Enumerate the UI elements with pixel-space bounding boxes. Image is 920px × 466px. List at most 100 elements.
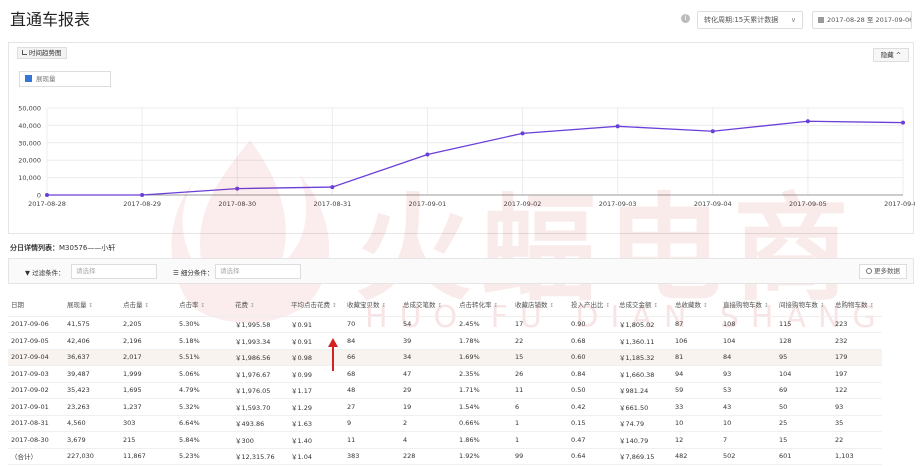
sort-icon[interactable]: ↕ — [89, 303, 94, 309]
data-point[interactable] — [45, 193, 49, 197]
table-row[interactable]: 2017-08-31 4,560 303 6.64% ￥493.86 ￥1.63 9 2 0.6… — [8, 415, 882, 432]
table-row[interactable]: 2017-09-04 36,637 2,017 5.51% ￥1,986.56 ￥0.98… — [8, 349, 882, 366]
sort-icon[interactable]: ↕ — [201, 303, 206, 309]
collapse-button[interactable]: 隐藏 ^ — [873, 48, 909, 62]
table-row[interactable]: 2017-09-01 23,263 1,237 5.32% ￥1,593.70 ￥1.29… — [8, 398, 882, 416]
x-tick-label: 2017-08-28 — [28, 200, 66, 208]
table-cell: 3,679 — [64, 431, 120, 449]
column-header[interactable]: 投入产出比 ↕ — [568, 292, 616, 317]
sort-icon[interactable]: ↕ — [550, 303, 555, 309]
data-point[interactable] — [901, 120, 905, 125]
data-point[interactable] — [425, 152, 430, 157]
table-cell: 2017-09-05 — [8, 332, 64, 350]
sort-icon[interactable]: ↕ — [145, 303, 150, 309]
table-row[interactable]: 2017-09-02 35,423 1,695 4.79% ￥1,976.05 ￥1.17… — [8, 382, 882, 399]
sort-icon[interactable]: ↕ — [332, 303, 337, 309]
table-cell: ￥140.79 — [616, 431, 672, 449]
sort-icon[interactable]: ↕ — [764, 303, 769, 309]
data-point[interactable] — [140, 193, 145, 197]
more-data-button[interactable]: 更多数据 — [859, 264, 907, 279]
sort-icon[interactable]: ↕ — [654, 303, 659, 309]
table-row[interactable]: 2017-09-03 39,487 1,999 5.06% ￥1,976.67 ￥0.99… — [8, 365, 882, 383]
column-header[interactable]: 花费 ↕ — [232, 292, 288, 317]
column-header[interactable]: 日期 — [8, 292, 64, 317]
table-cell: 104 — [720, 332, 776, 350]
table-cell: 53 — [720, 382, 776, 399]
table-cell: 12 — [672, 431, 720, 449]
info-icon[interactable]: i — [681, 14, 690, 23]
table-cell: 1 — [512, 431, 568, 449]
table-cell: 36,637 — [64, 349, 120, 366]
column-header[interactable]: 总成交金额 ↕ — [616, 292, 672, 317]
table-row[interactable]: 2017-08-30 3,679 215 5.84% ￥300 ￥1.40 11 4 1.86%… — [8, 431, 882, 449]
sort-icon[interactable]: ↕ — [820, 303, 825, 309]
table-cell: 5.30% — [176, 316, 232, 333]
table-cell: 0.15 — [568, 415, 616, 432]
segment-label: ☰ 细分条件： — [173, 269, 214, 277]
data-point[interactable] — [805, 119, 810, 124]
table-cell: 6.64% — [176, 415, 232, 432]
filter-select[interactable]: 请选择 — [71, 264, 157, 279]
table-cell: 22 — [512, 332, 568, 350]
gear-icon — [866, 268, 872, 274]
metric-chip-impressions[interactable]: 展现量 — [19, 71, 111, 87]
column-header[interactable]: 点击量 ↕ — [120, 292, 176, 317]
data-point[interactable] — [710, 129, 715, 134]
column-header[interactable]: 收藏宝贝数 ↕ — [344, 292, 400, 317]
data-point[interactable] — [235, 186, 240, 191]
table-cell: 2017-08-31 — [8, 415, 64, 432]
column-header[interactable]: 收藏店铺数 ↕ — [512, 292, 568, 317]
column-header[interactable]: 总成交笔数 ↕ — [400, 292, 456, 317]
table-cell: 39 — [400, 332, 456, 350]
table-cell: 2,196 — [120, 332, 176, 350]
column-header[interactable]: 点击率 ↕ — [176, 292, 232, 317]
sort-icon[interactable]: ↕ — [250, 303, 255, 309]
sort-icon[interactable]: ↕ — [606, 303, 611, 309]
table-cell: 115 — [776, 316, 832, 333]
y-tick-label: 0 — [37, 192, 41, 200]
data-point[interactable] — [330, 185, 335, 190]
data-point[interactable] — [520, 131, 525, 136]
column-header[interactable]: 点击转化率 ↕ — [456, 292, 512, 317]
sort-icon[interactable]: ↕ — [703, 303, 708, 309]
calendar-icon — [818, 17, 824, 23]
table-cell: 2017-09-03 — [8, 365, 64, 383]
table-cell: 2.45% — [456, 316, 512, 333]
table-cell: 84 — [720, 349, 776, 366]
column-header[interactable]: 间接购物车数 ↕ — [776, 292, 832, 317]
daily-list-title: 分日详情列表：M30576——小轩 — [10, 243, 115, 253]
data-point[interactable] — [615, 124, 620, 129]
sort-icon[interactable]: ↕ — [438, 303, 443, 309]
table-cell: 70 — [344, 316, 400, 333]
column-header[interactable]: 直接购物车数 ↕ — [720, 292, 776, 317]
table-cell: 1.78% — [456, 332, 512, 350]
column-header-label: 收藏宝贝数 — [347, 300, 380, 309]
column-header-label: 总成交笔数 — [403, 300, 436, 309]
sort-icon[interactable]: ↕ — [494, 303, 499, 309]
segment-select[interactable]: 请选择 — [215, 264, 301, 279]
table-header-row: 日期 展现量 ↕ 点击量 ↕ 点击率 ↕ 花费 ↕ 平均点击花费 ↕ 收藏宝贝数 ↕ 总成交笔数 ↕ 点击转化… — [8, 292, 882, 317]
table-cell: 2.35% — [456, 365, 512, 383]
table-row[interactable]: 2017-09-05 42,406 2,196 5.18% ￥1,993.34 ￥0.91… — [8, 332, 882, 350]
conversion-period-value: 转化周期:15天累计数据 — [704, 16, 779, 24]
date-range-picker[interactable]: 2017-08-28 至 2017-09-06 — [812, 11, 912, 29]
table-cell: 0.50 — [568, 382, 616, 399]
table-row[interactable]: 2017-09-06 41,575 2,205 5.30% ￥1,995.58 ￥0.91… — [8, 316, 882, 333]
column-header[interactable]: 平均点击花费 ↕ — [288, 292, 344, 317]
table-cell: 5.18% — [176, 332, 232, 350]
sort-icon[interactable]: ↕ — [870, 303, 875, 309]
conversion-period-select[interactable]: 转化周期:15天累计数据 ∨ — [697, 11, 803, 29]
y-tick-label: 10,000 — [18, 174, 41, 182]
table-cell: 5.23% — [176, 448, 232, 465]
column-header[interactable]: 总收藏数 ↕ — [672, 292, 720, 317]
table-cell: 35,423 — [64, 382, 120, 399]
column-header[interactable]: 展现量 ↕ — [64, 292, 120, 317]
table-cell: 11 — [512, 382, 568, 399]
tab-time-trend[interactable]: 时间趋势图 — [17, 47, 67, 59]
column-header-label: 平均点击花费 — [291, 300, 330, 309]
table-row[interactable]: （合计） 227,030 11,867 5.23% ￥12,315.76 ￥1.04 383… — [8, 448, 882, 465]
column-header[interactable]: 总购物车数 ↕ — [832, 292, 882, 317]
table-cell: 27 — [344, 398, 400, 416]
sort-icon[interactable]: ↕ — [382, 303, 387, 309]
table-cell: 29 — [400, 382, 456, 399]
